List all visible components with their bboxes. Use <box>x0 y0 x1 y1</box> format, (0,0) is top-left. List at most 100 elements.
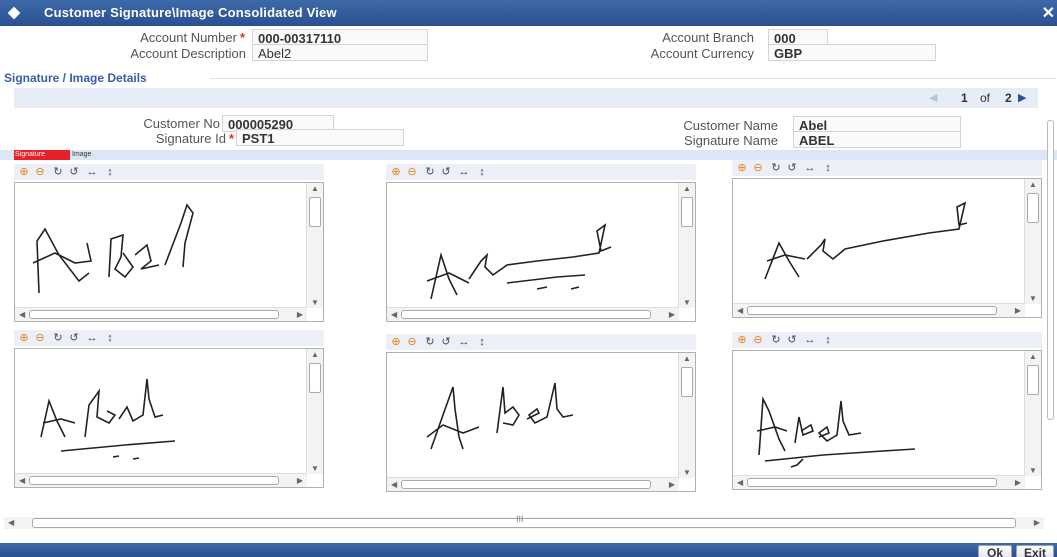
main-vertical-scrollbar[interactable] <box>1044 30 1057 510</box>
signature-image <box>756 396 916 468</box>
rotate-left-icon[interactable]: ↺ <box>440 334 452 350</box>
customer-name-label: Customer Name <box>683 118 778 133</box>
zoom-in-icon[interactable]: ⊕ <box>736 332 748 348</box>
signature-image-view: ▲ ▼ ◀ ▶ <box>14 182 324 322</box>
signature-id-field[interactable]: PST1 <box>236 129 404 146</box>
signature-image <box>426 382 574 450</box>
rotate-right-icon[interactable]: ↻ <box>770 160 782 176</box>
next-record-icon[interactable]: ▶ <box>1018 91 1026 104</box>
signature-name-field[interactable]: ABEL <box>793 131 961 148</box>
horizontal-scrollbar[interactable]: ◀ ▶ <box>15 473 307 487</box>
window-title: Customer Signature\Image Consolidated Vi… <box>44 5 337 20</box>
customer-no-label: Customer No <box>143 116 220 131</box>
vertical-scrollbar[interactable]: ▲ ▼ <box>306 349 323 474</box>
scroll-grip: III <box>516 514 524 524</box>
horizontal-scrollbar[interactable]: ◀ ▶ <box>387 307 679 321</box>
account-description-label: Account Description <box>130 46 246 61</box>
scroll-thumb[interactable] <box>32 518 1016 528</box>
zoom-in-icon[interactable]: ⊕ <box>390 164 402 180</box>
flip-horizontal-icon[interactable]: ↔ <box>458 164 470 180</box>
zoom-out-icon[interactable]: ⊖ <box>34 164 46 180</box>
close-icon[interactable]: ✕ <box>1042 3 1055 23</box>
image-toolbar: ⊕ ⊖ ↻ ↺ ↔ ↕ <box>14 330 324 346</box>
vertical-scrollbar[interactable]: ▲ ▼ <box>678 183 695 308</box>
signature-image-view: ▲ ▼ ◀ ▶ <box>386 182 696 322</box>
rotate-left-icon[interactable]: ↺ <box>68 330 80 346</box>
pager-of-label: of <box>980 91 991 105</box>
rotate-right-icon[interactable]: ↻ <box>52 164 64 180</box>
previous-record-icon[interactable]: ◀ <box>929 91 937 104</box>
zoom-out-icon[interactable]: ⊖ <box>752 160 764 176</box>
window-diamond-icon <box>7 6 21 20</box>
account-currency-field[interactable]: GBP <box>768 44 936 61</box>
section-title: Signature / Image Details <box>4 71 147 85</box>
rotate-left-icon[interactable]: ↺ <box>440 164 452 180</box>
signature-image-view: ▲ ▼ ◀ ▶ <box>732 350 1042 490</box>
signature-image <box>764 201 968 280</box>
horizontal-scrollbar[interactable]: ◀ ▶ <box>15 307 307 321</box>
image-toolbar: ⊕ ⊖ ↻ ↺ ↔ ↕ <box>732 332 1042 348</box>
flip-vertical-icon[interactable]: ↕ <box>104 164 116 180</box>
zoom-out-icon[interactable]: ⊖ <box>34 330 46 346</box>
zoom-in-icon[interactable]: ⊕ <box>18 164 30 180</box>
footer-bar <box>0 543 1057 557</box>
flip-horizontal-icon[interactable]: ↔ <box>804 332 816 348</box>
account-currency-label: Account Currency <box>650 46 754 61</box>
tab-signature[interactable]: Signature <box>14 150 70 160</box>
zoom-out-icon[interactable]: ⊖ <box>406 164 418 180</box>
signature-image <box>32 203 194 294</box>
ok-button[interactable]: Ok <box>978 545 1012 557</box>
flip-horizontal-icon[interactable]: ↔ <box>804 160 816 176</box>
flip-vertical-icon[interactable]: ↕ <box>476 164 488 180</box>
vertical-scrollbar[interactable]: ▲ ▼ <box>678 353 695 478</box>
rotate-right-icon[interactable]: ↻ <box>424 164 436 180</box>
flip-horizontal-icon[interactable]: ↔ <box>86 330 98 346</box>
signature-name-label: Signature Name <box>684 133 778 148</box>
horizontal-scrollbar[interactable]: ◀ ▶ <box>387 477 679 491</box>
title-bar: Customer Signature\Image Consolidated Vi… <box>0 0 1057 26</box>
scroll-thumb[interactable] <box>1047 120 1054 420</box>
signature-image-view: ▲ ▼ ◀ ▶ <box>14 348 324 488</box>
rotate-left-icon[interactable]: ↺ <box>786 332 798 348</box>
horizontal-scrollbar[interactable]: ◀ ▶ <box>733 303 1025 317</box>
zoom-out-icon[interactable]: ⊖ <box>752 332 764 348</box>
flip-horizontal-icon[interactable]: ↔ <box>86 164 98 180</box>
flip-vertical-icon[interactable]: ↕ <box>476 334 488 350</box>
horizontal-scrollbar[interactable]: ◀ ▶ <box>733 475 1025 489</box>
zoom-in-icon[interactable]: ⊕ <box>390 334 402 350</box>
flip-vertical-icon[interactable]: ↕ <box>822 332 834 348</box>
zoom-in-icon[interactable]: ⊕ <box>736 160 748 176</box>
image-toolbar: ⊕ ⊖ ↻ ↺ ↔ ↕ <box>732 160 1042 176</box>
signature-id-label: Signature Id * <box>155 131 234 146</box>
vertical-scrollbar[interactable]: ▲ ▼ <box>1024 179 1041 304</box>
signature-image-view: ▲ ▼ ◀ ▶ <box>386 352 696 492</box>
exit-button[interactable]: Exit <box>1016 545 1054 557</box>
zoom-in-icon[interactable]: ⊕ <box>18 330 30 346</box>
section-divider <box>210 78 1056 79</box>
account-number-label: Account Number * <box>140 30 245 45</box>
scroll-left-icon[interactable]: ◀ <box>8 518 14 527</box>
vertical-scrollbar[interactable]: ▲ ▼ <box>306 183 323 308</box>
record-pager: ◀ 1 of 2 ▶ <box>14 88 1038 108</box>
account-description-field[interactable]: Abel2 <box>252 44 428 61</box>
tab-strip <box>0 150 1057 160</box>
image-toolbar: ⊕ ⊖ ↻ ↺ ↔ ↕ <box>386 164 696 180</box>
scroll-right-icon[interactable]: ▶ <box>1034 518 1040 527</box>
flip-horizontal-icon[interactable]: ↔ <box>458 334 470 350</box>
signature-image <box>426 223 612 300</box>
vertical-scrollbar[interactable]: ▲ ▼ <box>1024 351 1041 476</box>
rotate-right-icon[interactable]: ↻ <box>52 330 64 346</box>
signature-image <box>40 378 176 460</box>
zoom-out-icon[interactable]: ⊖ <box>406 334 418 350</box>
image-toolbar: ⊕ ⊖ ↻ ↺ ↔ ↕ <box>386 334 696 350</box>
total-pages: 2 <box>1005 91 1012 105</box>
tab-image[interactable]: Image <box>72 150 112 160</box>
flip-vertical-icon[interactable]: ↕ <box>104 330 116 346</box>
rotate-right-icon[interactable]: ↻ <box>770 332 782 348</box>
flip-vertical-icon[interactable]: ↕ <box>822 160 834 176</box>
rotate-left-icon[interactable]: ↺ <box>786 160 798 176</box>
main-horizontal-scrollbar[interactable]: ◀ III ▶ <box>4 514 1044 529</box>
rotate-left-icon[interactable]: ↺ <box>68 164 80 180</box>
signature-consolidated-window: Customer Signature\Image Consolidated Vi… <box>0 0 1057 557</box>
rotate-right-icon[interactable]: ↻ <box>424 334 436 350</box>
